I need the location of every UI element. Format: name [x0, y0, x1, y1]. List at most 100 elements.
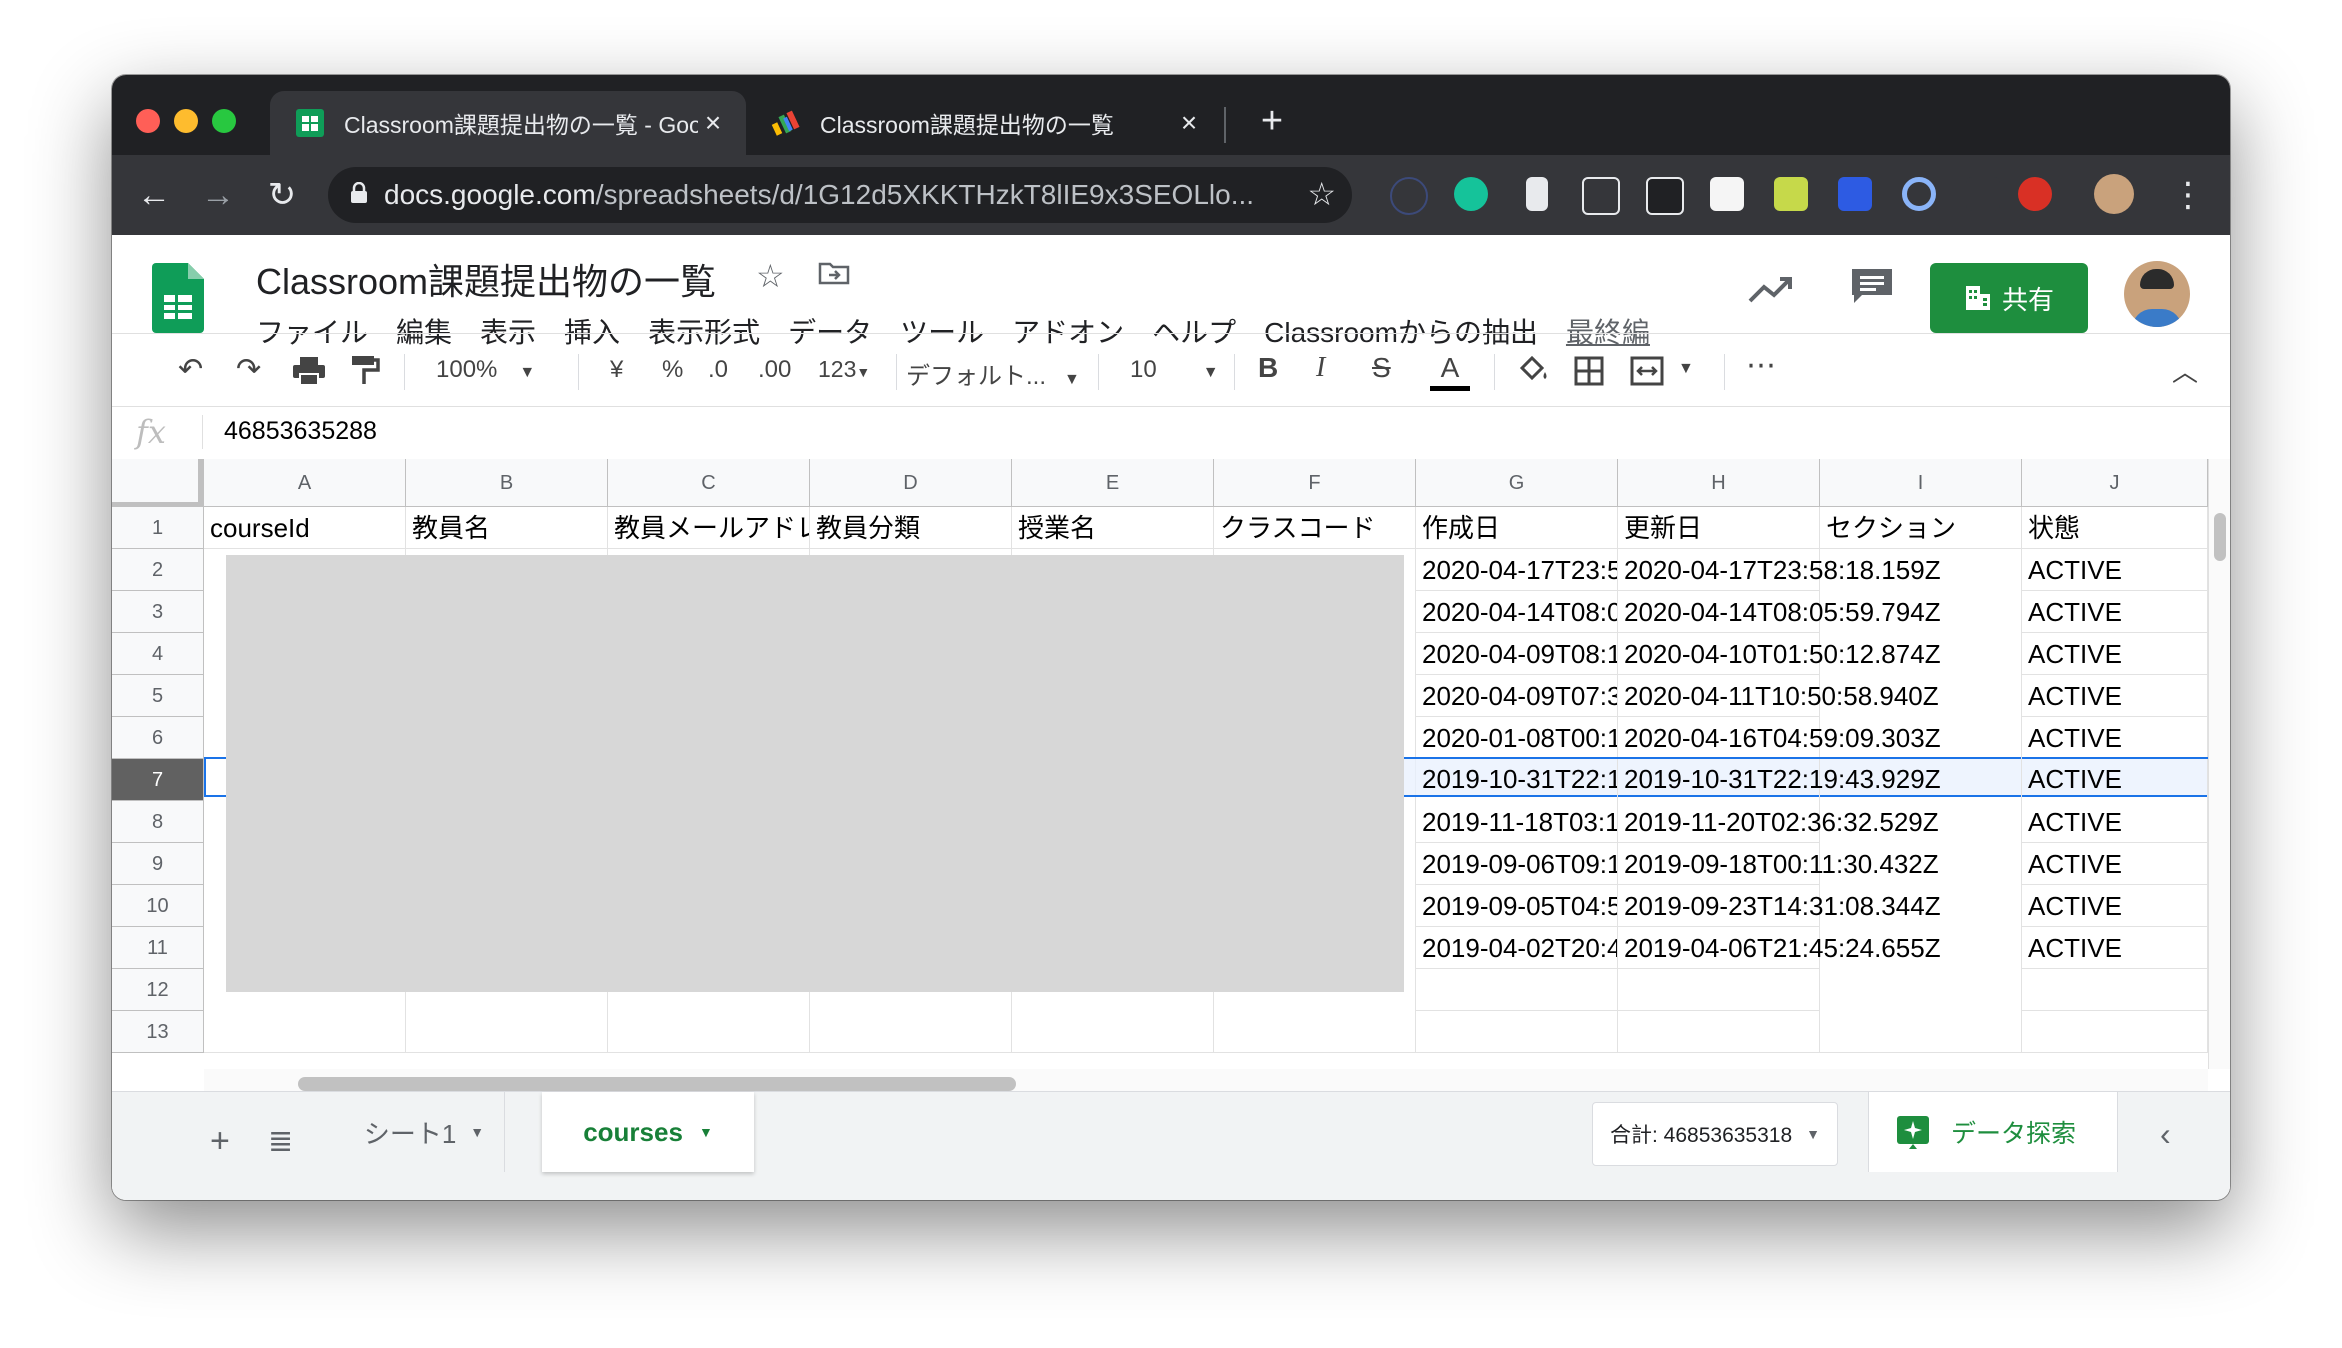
cell-status[interactable]: ACTIVE — [2022, 843, 2208, 885]
forward-button[interactable]: → — [196, 173, 240, 217]
column-header-i[interactable]: I — [1820, 459, 2022, 507]
all-sheets-icon[interactable]: ≣ — [268, 1124, 293, 1159]
row-header-selected[interactable]: 7 — [112, 759, 204, 801]
italic-button[interactable]: I — [1316, 352, 1325, 384]
cell-status[interactable]: ACTIVE — [2022, 675, 2208, 717]
column-header-h[interactable]: H — [1618, 459, 1820, 507]
star-icon[interactable]: ☆ — [756, 257, 785, 295]
user-avatar[interactable] — [2124, 261, 2190, 327]
merge-cells-icon[interactable] — [1630, 356, 1664, 386]
vertical-scroll-thumb[interactable] — [2214, 513, 2226, 561]
cell-status[interactable]: ACTIVE — [2022, 759, 2208, 801]
add-sheet-icon[interactable]: + — [210, 1122, 230, 1161]
cell-created[interactable]: 2019-04-02T20:4 — [1416, 927, 1618, 969]
cell-created[interactable]: 2019-10-31T22:19:43.929Z — [1416, 759, 1618, 801]
extension-red-icon[interactable] — [2018, 177, 2052, 211]
row-header[interactable]: 12 — [112, 969, 204, 1011]
extension-ring-icon[interactable] — [1902, 177, 1936, 211]
cell-updated[interactable]: 2019-04-06T21:45:24.655Z — [1618, 927, 1941, 969]
document-title[interactable]: Classroom課題提出物の一覧 — [256, 253, 716, 305]
row-header[interactable]: 2 — [112, 549, 204, 591]
percent-format-button[interactable]: % — [662, 356, 683, 384]
close-window-button[interactable] — [136, 109, 160, 133]
sum-indicator[interactable]: 合計: 46853635318 ▼ — [1592, 1102, 1838, 1166]
borders-icon[interactable] — [1574, 356, 1604, 386]
browser-tab-active[interactable]: Classroom課題提出物の一覧 - Goo × — [270, 91, 746, 155]
cell-empty[interactable] — [1618, 969, 1820, 1011]
cell-updated[interactable]: 2019-09-18T00:11:30.432Z — [1618, 843, 1939, 885]
cell-status[interactable]: ACTIVE — [2022, 801, 2208, 843]
zoom-extension-icon[interactable] — [1838, 177, 1872, 211]
cell-created[interactable]: 2020-04-09T08:1 — [1416, 633, 1618, 675]
cell-header-class-name[interactable]: 授業名 — [1012, 507, 1214, 549]
cell-updated[interactable]: 2020-04-14T08:05:59.794Z — [1618, 591, 1941, 633]
font-size-select[interactable]: 10 ▼ — [1130, 356, 1219, 384]
column-header-c[interactable]: C — [608, 459, 810, 507]
share-button[interactable]: 共有 — [1930, 263, 2088, 333]
row-header[interactable]: 9 — [112, 843, 204, 885]
column-header-j[interactable]: J — [2022, 459, 2208, 507]
cell-header-section[interactable]: セクション — [1820, 507, 2022, 549]
cell-created[interactable]: 2020-04-09T07:3 — [1416, 675, 1618, 717]
formula-input[interactable]: 46853635288 — [224, 417, 377, 446]
cell-created[interactable]: 2019-11-18T03:1 — [1416, 801, 1618, 843]
cell-status[interactable]: ACTIVE — [2022, 927, 2208, 969]
cell-header-teacher-name[interactable]: 教員名 — [406, 507, 608, 549]
cell-header-courseid[interactable]: courseId — [204, 507, 406, 549]
profile-avatar-icon[interactable] — [2094, 174, 2134, 214]
cell-updated[interactable]: 2020-04-16T04:59:09.303Z — [1618, 717, 1941, 759]
cell-empty[interactable] — [2022, 969, 2208, 1011]
cell-status[interactable]: ACTIVE — [2022, 633, 2208, 675]
zoom-select[interactable]: 100% ▼ — [436, 356, 535, 384]
column-header-f[interactable]: F — [1214, 459, 1416, 507]
sheets-logo-icon[interactable] — [152, 263, 204, 333]
new-tab-button[interactable]: + — [1252, 101, 1292, 141]
browser-menu-icon[interactable]: ⋮ — [2166, 173, 2210, 217]
cell-updated[interactable]: 2020-04-11T10:50:58.940Z — [1618, 675, 1939, 717]
more-tools-icon[interactable]: ⋯ — [1746, 348, 1776, 383]
number-format-select[interactable]: 123▼ — [818, 356, 870, 383]
cell-header-created[interactable]: 作成日 — [1416, 507, 1618, 549]
extension-notes-icon[interactable] — [1582, 177, 1620, 215]
close-tab-icon[interactable]: × — [698, 107, 728, 139]
sheet-tab[interactable]: シート1 ▼ — [344, 1092, 505, 1172]
cell-updated[interactable]: 2020-04-17T23:58:18.159Z — [1618, 549, 1941, 591]
extension-a-icon[interactable] — [1390, 177, 1428, 215]
currency-format-button[interactable]: ¥ — [610, 356, 623, 384]
minimize-window-button[interactable] — [174, 109, 198, 133]
row-header[interactable]: 6 — [112, 717, 204, 759]
cell-empty[interactable] — [1416, 969, 1618, 1011]
font-family-select[interactable]: デフォルト... ▼ — [906, 356, 1080, 391]
cell-header-status[interactable]: 状態 — [2022, 507, 2208, 549]
increase-decimal-button[interactable]: .00 — [758, 356, 791, 384]
redo-icon[interactable]: ↷ — [236, 352, 261, 387]
extension-screenshot-icon[interactable] — [1774, 177, 1808, 211]
cell-column-section[interactable] — [1820, 549, 2022, 1053]
cell-created[interactable]: 2020-01-08T00:1 — [1416, 717, 1618, 759]
collapse-menus-icon[interactable]: ︿ — [2172, 352, 2198, 389]
extension-doc-icon[interactable] — [1526, 177, 1548, 211]
reload-button[interactable]: ↻ — [260, 173, 304, 217]
horizontal-scroll-thumb[interactable] — [298, 1077, 1016, 1091]
bold-button[interactable]: B — [1258, 352, 1278, 384]
strikethrough-button[interactable]: S — [1372, 352, 1391, 384]
fill-color-icon[interactable] — [1516, 356, 1550, 386]
decrease-decimal-button[interactable]: .0 — [708, 356, 728, 384]
print-icon[interactable] — [292, 356, 326, 386]
column-header-g[interactable]: G — [1416, 459, 1618, 507]
cell-status[interactable]: ACTIVE — [2022, 885, 2208, 927]
undo-icon[interactable]: ↶ — [178, 352, 203, 387]
paint-format-icon[interactable] — [350, 354, 380, 386]
spreadsheet-grid[interactable]: A B C D E F G H I J 1 2 3 4 5 6 7 8 9 10… — [112, 459, 2208, 1069]
text-color-button[interactable]: A — [1430, 352, 1470, 391]
column-header-b[interactable]: B — [406, 459, 608, 507]
back-button[interactable]: ← — [132, 173, 176, 217]
sheet-tab-active[interactable]: courses ▼ — [542, 1092, 754, 1172]
cell-created[interactable]: 2019-09-06T09:1 — [1416, 843, 1618, 885]
row-header[interactable]: 5 — [112, 675, 204, 717]
column-header-a[interactable]: A — [204, 459, 406, 507]
maximize-window-button[interactable] — [212, 109, 236, 133]
cell-updated[interactable]: 2019-10-31T22:19:43.929Z — [1618, 759, 1941, 801]
cell-header-teacher-email[interactable]: 教員メールアドレス — [608, 507, 810, 549]
grammarly-icon[interactable] — [1454, 177, 1488, 211]
